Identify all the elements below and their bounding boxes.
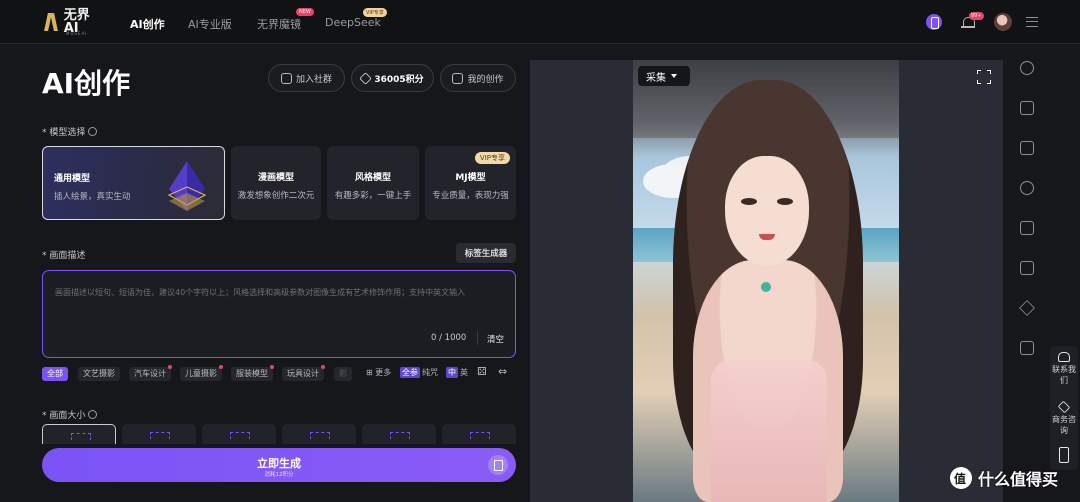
chat-icon (280, 72, 292, 84)
business-button[interactable]: 商务咨询 (1050, 400, 1078, 436)
tag-chip[interactable]: 影 (334, 367, 352, 381)
avatar[interactable] (994, 13, 1012, 31)
new-dot-icon (321, 365, 325, 369)
collect-dropdown[interactable]: 采集 (638, 66, 690, 86)
divider (477, 331, 478, 345)
generate-label: 立即生成 (257, 457, 301, 470)
model-select-label: * 模型选择 (42, 125, 98, 138)
model-card-comic[interactable]: 漫画模型 激发想象创作二次元 (231, 146, 321, 220)
trophy-icon[interactable] (1019, 180, 1035, 196)
model-card-style[interactable]: 风格模型 有趣多彩，一键上手 (327, 146, 419, 220)
model-desc: 有趣多彩，一键上手 (334, 191, 412, 201)
size-option[interactable] (202, 424, 276, 444)
more-tags-button[interactable]: ⊞ 更多 (366, 367, 391, 378)
prompt-placeholder: 画面描述以短句、短语为佳，建议40个字符以上；风格选择和高级参数对图像生成有艺术… (55, 288, 466, 297)
send-icon[interactable] (1019, 300, 1035, 316)
diamond-icon (1057, 400, 1071, 414)
export-icon[interactable] (1019, 260, 1035, 276)
tag-chip[interactable]: 汽车设计 (129, 365, 172, 381)
help-icon[interactable] (88, 127, 98, 136)
folder-icon (452, 72, 464, 84)
notification-badge: 99+ (969, 12, 984, 20)
join-community-button[interactable]: 加入社群 (268, 64, 345, 92)
new-dot-icon (168, 365, 172, 369)
phone-icon[interactable] (926, 14, 942, 30)
generate-button[interactable]: 立即生成 消耗12积分 (42, 448, 516, 482)
model-card-mj[interactable]: VIP专享 MJ模型 专业质量，表现力强 (425, 146, 516, 220)
vip-badge: VIP专享 (363, 8, 387, 17)
watermark-text: 什么值得买 (978, 470, 1059, 489)
contact-us-button[interactable]: 联系我们 (1050, 352, 1078, 386)
my-creations-button[interactable]: 我的创作 (440, 64, 516, 92)
new-dot-icon (219, 365, 223, 369)
logo-mark-icon (44, 11, 60, 33)
edit-image-icon[interactable] (1019, 100, 1035, 116)
new-badge: NEW (296, 8, 314, 16)
vip-tag: VIP专享 (474, 152, 510, 164)
model-desc: 激发想象创作二次元 (237, 191, 315, 201)
model-name: 漫画模型 (257, 173, 294, 183)
tag-chip[interactable]: 服装模型 (231, 365, 274, 381)
model-desc: 专业质量，表现力强 (432, 191, 509, 201)
mobile-icon[interactable] (1059, 447, 1069, 463)
my-creations-label: 我的创作 (467, 74, 504, 85)
nav-magic-mirror[interactable]: 无界魔镜 (257, 16, 301, 32)
points-icon (359, 71, 373, 85)
size-option[interactable] (442, 424, 516, 444)
model-name: MJ模型 (455, 173, 486, 183)
tag-chip-all[interactable]: 全部 (42, 367, 68, 381)
dice-icon[interactable]: ⚄ (477, 365, 487, 378)
new-dot-icon (270, 365, 274, 369)
size-label: * 画面大小 (42, 408, 98, 421)
history-icon[interactable] (1019, 60, 1035, 76)
share-icon[interactable] (1019, 220, 1035, 236)
expand-icon[interactable]: ⇔ (498, 365, 507, 378)
help-icon[interactable] (88, 410, 98, 419)
watermark-logo-icon (950, 467, 972, 489)
document-icon[interactable] (488, 455, 508, 475)
preview-panel: 采集 (530, 60, 1003, 502)
headset-icon (1058, 352, 1070, 362)
model-name: 风格模型 (354, 173, 391, 183)
join-community-label: 加入社群 (295, 74, 332, 85)
tag-generator-button[interactable]: 标签生成器 (456, 243, 516, 263)
watermark: 什么值得买 (950, 466, 1058, 490)
tag-chip[interactable]: 文艺摄影 (78, 367, 120, 381)
tag-chip[interactable]: 玩具设计 (282, 365, 325, 381)
download-icon[interactable] (1019, 140, 1035, 156)
points-button[interactable]: 36005积分 (351, 64, 434, 92)
delete-icon[interactable] (1019, 340, 1035, 356)
tag-chip[interactable]: 儿童摄影 (180, 365, 223, 381)
char-counter: 0 / 1000 (431, 333, 467, 343)
nav-ai-pro[interactable]: AI专业版 (188, 16, 232, 32)
nav-ai-create[interactable]: AI创作 (130, 16, 165, 32)
size-option[interactable] (362, 424, 436, 444)
pure-text-toggle[interactable]: 全参 纯咒 (400, 367, 438, 378)
logo-subtext: MUSEAI (66, 31, 88, 36)
logo[interactable]: 无界AI MUSEAI (44, 9, 104, 36)
fullscreen-icon[interactable] (977, 70, 991, 84)
top-bar: 无界AI MUSEAI AI创作 AI专业版 无界魔镜 NEW DeepSeek… (0, 0, 1080, 44)
generate-cost: 消耗12积分 (264, 472, 294, 478)
language-toggle[interactable]: 中英 (446, 367, 468, 378)
menu-icon[interactable] (1026, 17, 1038, 27)
generated-image[interactable] (633, 60, 899, 502)
prism-icon (167, 161, 207, 211)
nav-deepseek[interactable]: DeepSeek (325, 16, 381, 29)
size-option[interactable] (282, 424, 356, 444)
page-title: AI创作 (42, 67, 131, 100)
caret-down-icon (671, 74, 677, 78)
prompt-label: * 画面描述 (42, 251, 86, 261)
collect-label: 采集 (646, 72, 666, 84)
points-label: 36005积分 (374, 74, 424, 85)
model-card-general[interactable]: 通用模型 插人绘景，真实生动 (42, 146, 225, 220)
size-option[interactable] (42, 424, 116, 444)
clear-button[interactable]: 清空 (487, 333, 504, 345)
prompt-textarea[interactable]: 画面描述以短句、短语为佳，建议40个字符以上；风格选择和高级参数对图像生成有艺术… (42, 270, 516, 358)
size-option[interactable] (122, 424, 196, 444)
